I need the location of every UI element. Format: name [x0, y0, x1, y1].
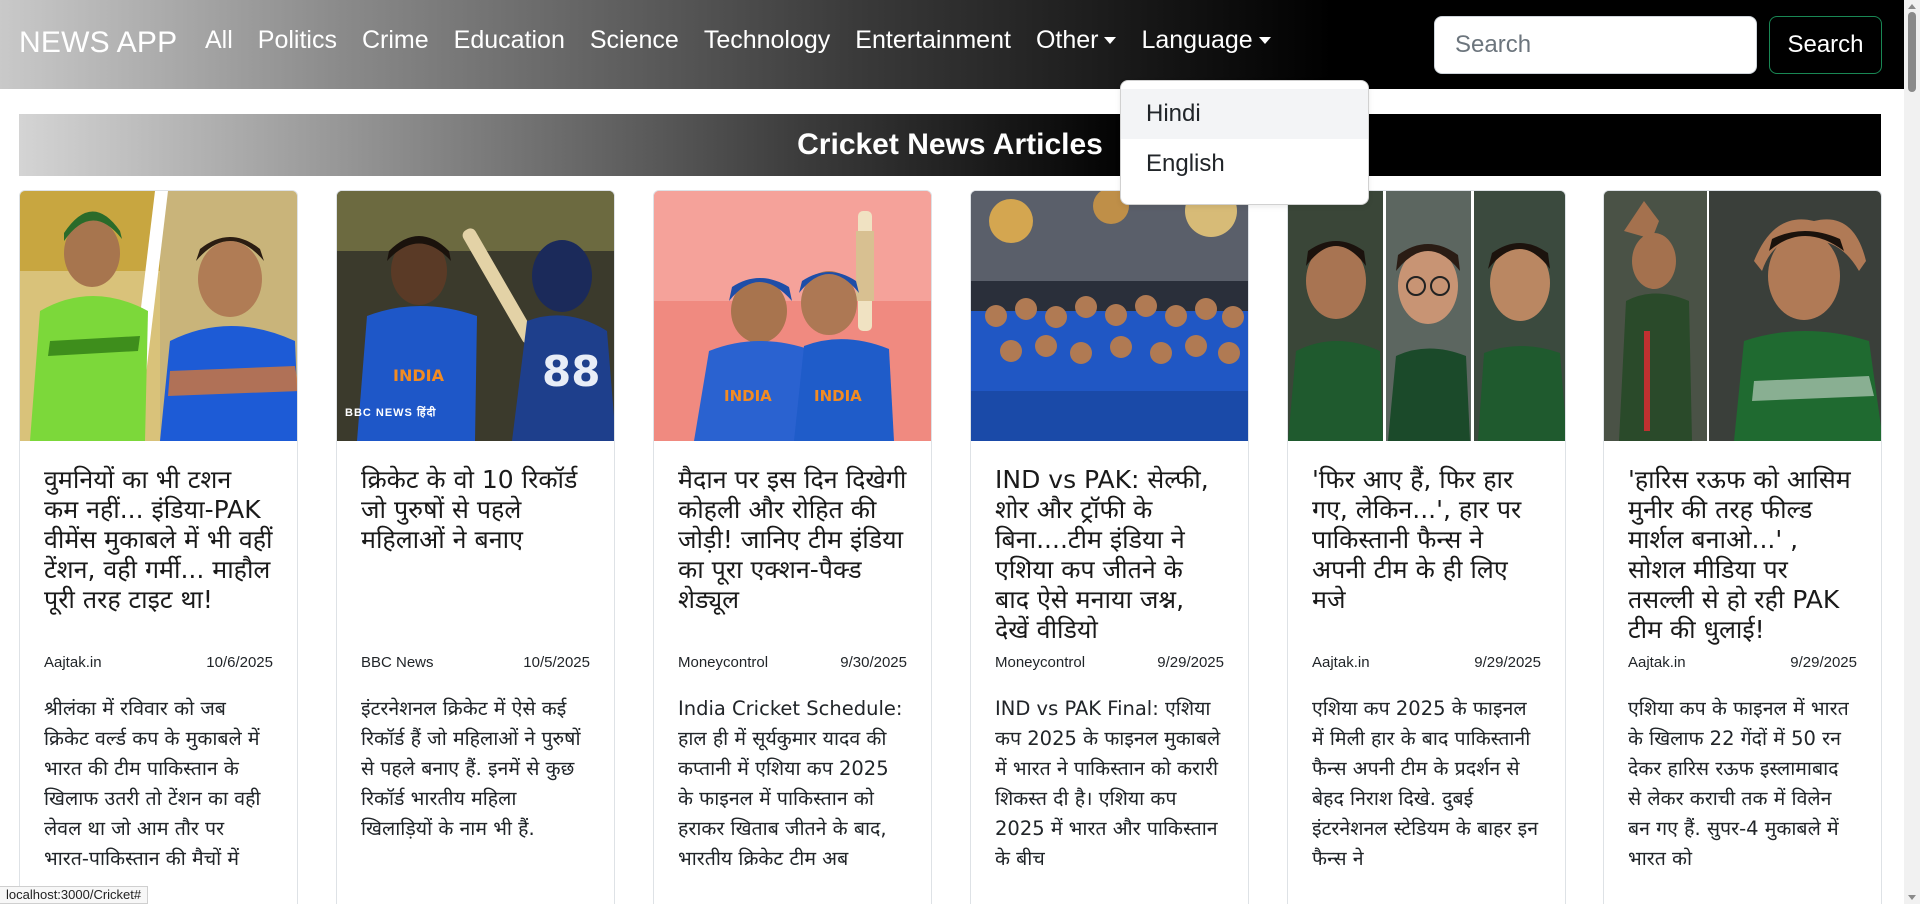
article-source: Aajtak.in: [1628, 654, 1686, 671]
article-image: INDIA INDIA: [654, 191, 931, 441]
article-image-art: [971, 191, 1248, 441]
search-input[interactable]: [1434, 16, 1757, 74]
article-date: 9/29/2025: [1474, 654, 1541, 671]
article-description: एशिया कप के फाइनल में भारत के खिलाफ 22 ग…: [1628, 697, 1849, 870]
nav-dropdown-other[interactable]: Other: [1036, 26, 1117, 55]
card-body: क्रिकेट के वो 10 रिकॉर्ड जो पुरुषों से प…: [337, 441, 614, 844]
article-description: India Cricket Schedule: हाल ही में सूर्य…: [678, 697, 903, 870]
scroll-thumb[interactable]: [1908, 12, 1916, 92]
article-title[interactable]: 'हारिस रऊफ को आसिम मुनीर की तरह फील्ड मा…: [1628, 465, 1857, 647]
top-navbar: NEWS APP All Politics Crime Education Sc…: [0, 0, 1904, 89]
article-title[interactable]: वुमनियों का भी टशन कम नहीं... इंडिया-PAK…: [44, 465, 273, 647]
brand-logo-link[interactable]: NEWS APP: [19, 26, 177, 60]
article-card: 'फिर आए हैं, फिर हार गए, लेकिन...', हार …: [1287, 190, 1566, 904]
article-image-art: [1604, 191, 1881, 441]
article-image-art: INDIA INDIA: [654, 191, 931, 441]
nav-link-crime[interactable]: Crime: [362, 26, 429, 55]
article-meta: Moneycontrol 9/29/2025: [995, 654, 1224, 671]
card-body: 'हारिस रऊफ को आसिम मुनीर की तरह फील्ड मा…: [1604, 441, 1881, 874]
article-image-art: [1288, 191, 1565, 441]
svg-text:INDIA: INDIA: [724, 387, 772, 405]
nav-link-politics[interactable]: Politics: [258, 26, 337, 55]
article-image: [1604, 191, 1881, 441]
caret-down-icon: [1258, 37, 1271, 44]
article-source: Moneycontrol: [995, 654, 1086, 671]
language-dropdown-menu: Hindi English: [1120, 80, 1369, 205]
article-image: [20, 191, 297, 441]
article-date: 10/5/2025: [523, 654, 590, 671]
article-card: वुमनियों का भी टशन कम नहीं... इंडिया-PAK…: [19, 190, 298, 904]
article-source: Moneycontrol: [678, 654, 769, 671]
article-meta: Aajtak.in 10/6/2025: [44, 654, 273, 671]
article-image-art: 88 INDIA: [337, 191, 614, 441]
article-source: Aajtak.in: [1312, 654, 1370, 671]
article-card: 88 INDIA BBC NEWS हिंदी क्रिकेट के वो 10…: [336, 190, 615, 904]
nav-link-education[interactable]: Education: [454, 26, 565, 55]
article-date: 9/30/2025: [840, 654, 907, 671]
article-date: 9/29/2025: [1790, 654, 1857, 671]
article-source: BBC News: [361, 654, 434, 671]
scroll-down-arrow-icon[interactable]: [1908, 895, 1916, 900]
svg-text:88: 88: [542, 347, 600, 396]
article-title[interactable]: मैदान पर इस दिन दिखेगी कोहली और रोहित की…: [678, 465, 907, 647]
article-image: 88 INDIA BBC NEWS हिंदी: [337, 191, 614, 441]
dropdown-item-hindi[interactable]: Hindi: [1121, 89, 1368, 139]
section-title: Cricket News Articles: [797, 128, 1103, 161]
nav-link-technology[interactable]: Technology: [704, 26, 830, 55]
card-body: वुमनियों का भी टशन कम नहीं... इंडिया-PAK…: [20, 441, 297, 874]
article-card: 'हारिस रऊफ को आसिम मुनीर की तरह फील्ड मा…: [1603, 190, 1882, 904]
scroll-up-arrow-icon[interactable]: [1908, 4, 1916, 9]
section-header: Cricket News Articles: [19, 114, 1881, 176]
svg-text:INDIA: INDIA: [814, 387, 862, 405]
article-description: इंटरनेशनल क्रिकेट में ऐसे कई रिकॉर्ड हैं…: [361, 697, 581, 840]
bbc-watermark: BBC NEWS हिंदी: [345, 407, 437, 419]
article-image: [971, 191, 1248, 441]
card-body: 'फिर आए हैं, फिर हार गए, लेकिन...', हार …: [1288, 441, 1565, 874]
article-card: INDIA INDIA मैदान पर इस दिन दिखेगी कोहली…: [653, 190, 932, 904]
article-description: एशिया कप 2025 के फाइनल में मिली हार के ब…: [1312, 697, 1539, 870]
nav-dropdown-other-label: Other: [1035, 26, 1099, 54]
nav-link-all[interactable]: All: [205, 26, 233, 55]
link-status-bar: localhost:3000/Cricket#: [0, 886, 149, 904]
article-description: श्रीलंका में रविवार को जब क्रिकेट वर्ल्ड…: [44, 697, 261, 870]
article-meta: BBC News 10/5/2025: [361, 654, 590, 671]
article-description: IND vs PAK Final: एशिया कप 2025 के फाइनल…: [995, 697, 1221, 870]
article-meta: Moneycontrol 9/30/2025: [678, 654, 907, 671]
article-title[interactable]: IND vs PAK: सेल्फी, शोर और ट्रॉफी के बिन…: [995, 465, 1224, 647]
nav-dropdown-language-label: Language: [1141, 26, 1253, 54]
article-title[interactable]: 'फिर आए हैं, फिर हार गए, लेकिन...', हार …: [1312, 465, 1541, 647]
article-date: 10/6/2025: [206, 654, 273, 671]
dropdown-item-english[interactable]: English: [1121, 139, 1368, 189]
article-title[interactable]: क्रिकेट के वो 10 रिकॉर्ड जो पुरुषों से प…: [361, 465, 590, 647]
nav-links: All Politics Crime Education Science Tec…: [205, 26, 1296, 55]
svg-text:INDIA: INDIA: [393, 366, 445, 385]
card-body: IND vs PAK: सेल्फी, शोर और ट्रॉफी के बिन…: [971, 441, 1248, 874]
caret-down-icon: [1104, 37, 1117, 44]
article-meta: Aajtak.in 9/29/2025: [1312, 654, 1541, 671]
article-date: 9/29/2025: [1157, 654, 1224, 671]
card-body: मैदान पर इस दिन दिखेगी कोहली और रोहित की…: [654, 441, 931, 874]
article-image-art: [20, 191, 297, 441]
nav-link-entertainment[interactable]: Entertainment: [855, 26, 1011, 55]
page-scrollbar[interactable]: [1904, 0, 1920, 904]
nav-link-science[interactable]: Science: [590, 26, 679, 55]
article-source: Aajtak.in: [44, 654, 102, 671]
search-button[interactable]: Search: [1769, 16, 1882, 74]
article-card: IND vs PAK: सेल्फी, शोर और ट्रॉफी के बिन…: [970, 190, 1249, 904]
article-image: [1288, 191, 1565, 441]
nav-dropdown-language[interactable]: Language: [1141, 26, 1271, 55]
article-meta: Aajtak.in 9/29/2025: [1628, 654, 1857, 671]
